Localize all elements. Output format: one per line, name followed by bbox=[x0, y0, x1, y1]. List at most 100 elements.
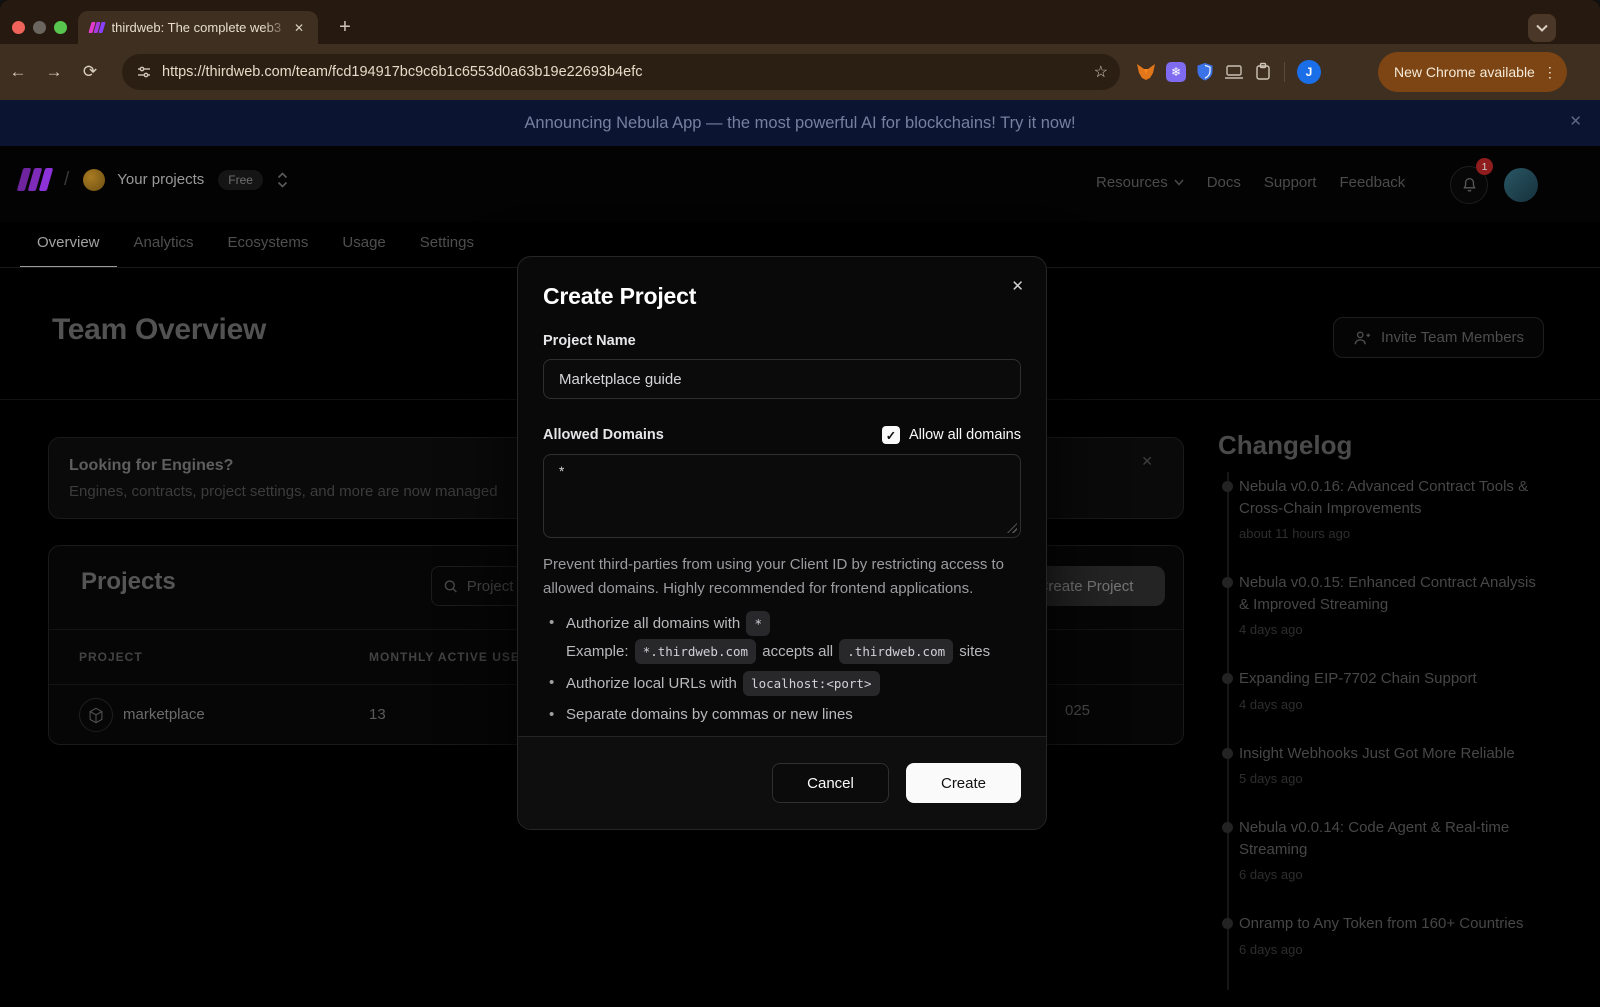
notification-count-badge: 1 bbox=[1476, 158, 1493, 175]
close-window-button[interactable] bbox=[12, 21, 25, 34]
modal-title: Create Project bbox=[543, 283, 1021, 310]
browser-menu-icon[interactable]: ⋮ bbox=[1543, 64, 1557, 81]
bookmark-star-icon[interactable]: ☆ bbox=[1094, 62, 1108, 82]
changelog-entry-title[interactable]: Expanding EIP-7702 Chain Support bbox=[1239, 668, 1545, 690]
engines-close-icon[interactable]: ✕ bbox=[1141, 453, 1153, 470]
changelog-entry-time: about 11 hours ago bbox=[1239, 526, 1545, 541]
chevron-down-icon bbox=[1174, 179, 1184, 186]
changelog-entry-time: 5 days ago bbox=[1239, 771, 1545, 786]
project-mau: 13 bbox=[369, 706, 386, 723]
header-nav: Resources Docs Support Feedback bbox=[1096, 174, 1405, 191]
extension-icons: ❄ J bbox=[1136, 53, 1321, 91]
allowed-domains-textarea[interactable]: * bbox=[543, 454, 1021, 538]
changelog-entry-time: 4 days ago bbox=[1239, 697, 1545, 712]
toolbar-divider bbox=[1284, 62, 1285, 82]
changelog-entry-title[interactable]: Onramp to Any Token from 160+ Countries bbox=[1239, 913, 1545, 935]
column-header-mau: MONTHLY ACTIVE USERS bbox=[369, 650, 539, 664]
shield-extension-icon[interactable] bbox=[1196, 62, 1214, 82]
page-title: Team Overview bbox=[52, 313, 266, 347]
breadcrumb-separator: / bbox=[64, 169, 69, 191]
column-header-project: PROJECT bbox=[79, 650, 143, 664]
changelog-entry-title[interactable]: Nebula v0.0.16: Advanced Contract Tools … bbox=[1239, 476, 1545, 519]
team-switcher-icon[interactable] bbox=[277, 172, 288, 188]
site-settings-icon[interactable] bbox=[136, 64, 152, 80]
code-chip: * bbox=[746, 611, 770, 636]
modal-footer: Cancel Create bbox=[518, 736, 1046, 829]
team-tabs: Overview Analytics Ecosystems Usage Sett… bbox=[20, 222, 491, 268]
browser-window: thirdweb: The complete web3 ✕ + ← → ⟳ ht… bbox=[0, 0, 1600, 1007]
tab-settings[interactable]: Settings bbox=[403, 222, 491, 268]
changelog-entry-title[interactable]: Nebula v0.0.14: Code Agent & Real-time S… bbox=[1239, 817, 1545, 860]
bullet-authorize-all: Authorize all domains with * Example: *.… bbox=[543, 611, 1021, 664]
allow-all-label[interactable]: Allow all domains bbox=[909, 427, 1021, 443]
url-text: https://thirdweb.com/team/fcd194917bc9c6… bbox=[162, 64, 1094, 80]
modal-close-icon[interactable]: ✕ bbox=[1011, 277, 1024, 295]
cancel-button[interactable]: Cancel bbox=[772, 763, 889, 803]
tab-analytics[interactable]: Analytics bbox=[117, 222, 211, 268]
changelog-entry: Insight Webhooks Just Got More Reliable … bbox=[1239, 743, 1545, 787]
tab-title: thirdweb: The complete web3 bbox=[112, 20, 290, 35]
chrome-update-button[interactable]: New Chrome available ⋮ bbox=[1378, 52, 1567, 92]
minimize-window-button[interactable] bbox=[33, 21, 46, 34]
nav-docs[interactable]: Docs bbox=[1207, 174, 1241, 191]
code-chip: .thirdweb.com bbox=[839, 639, 953, 664]
tab-search-button[interactable] bbox=[1528, 14, 1556, 42]
user-avatar[interactable] bbox=[1504, 168, 1538, 202]
changelog-entry-time: 4 days ago bbox=[1239, 622, 1545, 637]
tab-close-icon[interactable]: ✕ bbox=[290, 19, 308, 37]
chrome-update-label: New Chrome available bbox=[1394, 64, 1535, 80]
project-name-label: Project Name bbox=[543, 333, 1021, 349]
create-button[interactable]: Create bbox=[906, 763, 1021, 803]
domains-bullet-list: Authorize all domains with * Example: *.… bbox=[543, 611, 1021, 726]
plan-badge: Free bbox=[218, 170, 263, 190]
address-bar[interactable]: https://thirdweb.com/team/fcd194917bc9c6… bbox=[122, 54, 1120, 90]
new-tab-button[interactable]: + bbox=[330, 12, 360, 42]
allow-all-domains-control[interactable]: ✓ Allow all domains bbox=[882, 426, 1021, 444]
zoom-window-button[interactable] bbox=[54, 21, 67, 34]
forward-button[interactable]: → bbox=[36, 62, 72, 82]
changelog-list: Nebula v0.0.16: Advanced Contract Tools … bbox=[1239, 476, 1545, 988]
search-icon bbox=[444, 579, 458, 594]
browser-toolbar: ← → ⟳ https://thirdweb.com/team/fcd19491… bbox=[0, 44, 1600, 100]
bullet-text: Authorize all domains with bbox=[566, 615, 740, 632]
nav-support[interactable]: Support bbox=[1264, 174, 1317, 191]
browser-profile-avatar[interactable]: J bbox=[1297, 60, 1321, 84]
bullet-text: accepts all bbox=[762, 643, 833, 660]
metamask-fox-icon[interactable] bbox=[1136, 63, 1156, 81]
tab-usage[interactable]: Usage bbox=[325, 222, 402, 268]
tab-ecosystems[interactable]: Ecosystems bbox=[211, 222, 326, 268]
project-cube-icon bbox=[79, 698, 113, 732]
browser-tab[interactable]: thirdweb: The complete web3 ✕ bbox=[78, 11, 318, 44]
domains-help-text: Prevent third-parties from using your Cl… bbox=[543, 553, 1021, 601]
team-avatar[interactable] bbox=[83, 169, 105, 191]
changelog-entry: Onramp to Any Token from 160+ Countries … bbox=[1239, 913, 1545, 957]
allow-all-checkbox[interactable]: ✓ bbox=[882, 426, 900, 444]
bullet-separate-domains: Separate domains by commas or new lines bbox=[543, 703, 1021, 726]
announcement-banner[interactable]: Announcing Nebula App — the most powerfu… bbox=[0, 100, 1600, 146]
code-chip: *.thirdweb.com bbox=[635, 639, 756, 664]
bullet-example-line: Example: *.thirdweb.com accepts all .thi… bbox=[566, 639, 1021, 664]
back-button[interactable]: ← bbox=[0, 62, 36, 82]
reload-button[interactable]: ⟳ bbox=[72, 62, 108, 82]
extensions-puzzle-icon[interactable] bbox=[1254, 62, 1272, 82]
laptop-extension-icon[interactable] bbox=[1224, 64, 1244, 80]
person-add-icon bbox=[1353, 330, 1371, 346]
snowflake-extension-icon[interactable]: ❄ bbox=[1166, 62, 1186, 82]
project-name-input[interactable] bbox=[543, 359, 1021, 399]
nav-resources[interactable]: Resources bbox=[1096, 174, 1184, 191]
changelog-entry-time: 6 days ago bbox=[1239, 942, 1545, 957]
changelog-entry-title[interactable]: Insight Webhooks Just Got More Reliable bbox=[1239, 743, 1545, 765]
breadcrumb[interactable]: Your projects bbox=[117, 171, 204, 188]
changelog-entry: Expanding EIP-7702 Chain Support 4 days … bbox=[1239, 668, 1545, 712]
banner-close-icon[interactable]: ✕ bbox=[1569, 112, 1582, 130]
changelog-entry-title[interactable]: Nebula v0.0.15: Enhanced Contract Analys… bbox=[1239, 572, 1545, 615]
tab-overview[interactable]: Overview bbox=[20, 222, 117, 268]
bullet-text: sites bbox=[959, 643, 990, 660]
project-name[interactable]: marketplace bbox=[123, 706, 205, 723]
thirdweb-favicon-icon bbox=[90, 22, 104, 33]
announcement-text: Announcing Nebula App — the most powerfu… bbox=[524, 114, 1075, 133]
changelog-timeline bbox=[1227, 472, 1229, 990]
thirdweb-logo[interactable] bbox=[20, 168, 50, 191]
invite-team-members-button[interactable]: Invite Team Members bbox=[1333, 317, 1544, 358]
nav-feedback[interactable]: Feedback bbox=[1339, 174, 1405, 191]
